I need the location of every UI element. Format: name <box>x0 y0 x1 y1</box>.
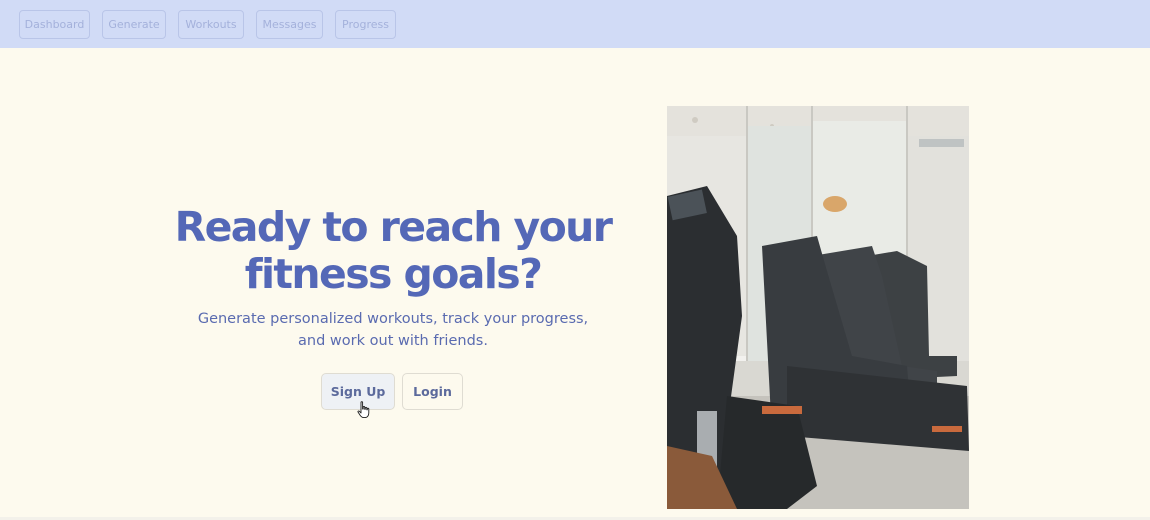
top-navbar: Dashboard Generate Workouts Messages Pro… <box>0 0 1150 48</box>
hand-pointer-icon <box>357 401 370 419</box>
nav-messages-button[interactable]: Messages <box>256 10 323 39</box>
nav-generate-button[interactable]: Generate <box>102 10 166 39</box>
gym-photo-illustration <box>667 106 969 509</box>
nav-progress-button[interactable]: Progress <box>335 10 396 39</box>
hero-title-line-1: Ready to reach your <box>174 203 613 251</box>
hero-subtitle: Generate personalized workouts, track yo… <box>193 308 593 352</box>
hero-subtitle-line-1: Generate personalized workouts, track yo… <box>197 311 589 327</box>
nav-dashboard-button[interactable]: Dashboard <box>19 10 90 39</box>
hero-title: Ready to reach your fitness goals? <box>150 204 636 298</box>
hero-title-line-2: fitness goals? <box>244 250 543 298</box>
gym-treadmills-photo <box>667 106 969 509</box>
hero-subtitle-line-2: and work out with friends. <box>298 333 488 349</box>
nav-workouts-button[interactable]: Workouts <box>178 10 244 39</box>
login-button[interactable]: Login <box>402 373 463 410</box>
